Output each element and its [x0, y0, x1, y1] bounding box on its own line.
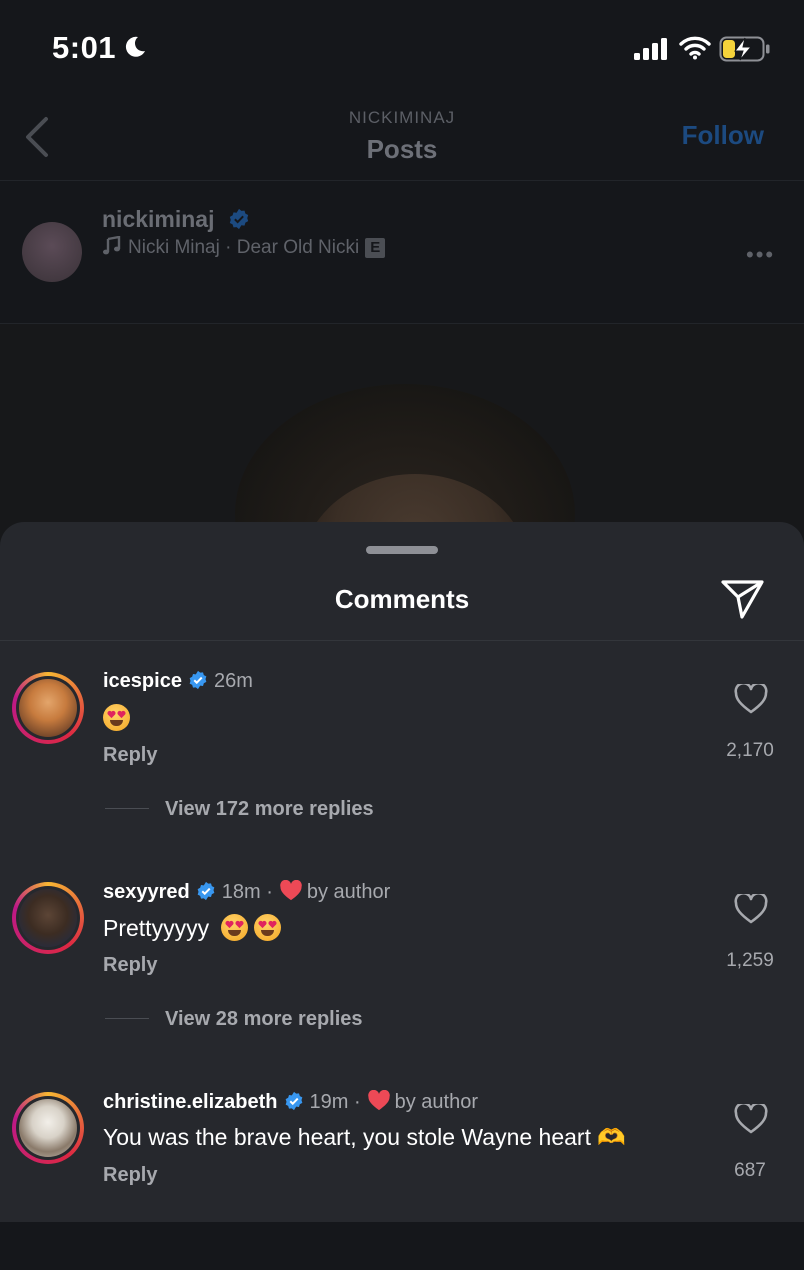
- status-time: 5:01: [52, 30, 117, 65]
- replies-line: [105, 808, 149, 809]
- reply-button[interactable]: Reply: [103, 1164, 157, 1187]
- comment-age: 26m: [213, 670, 253, 692]
- avatar: [19, 679, 77, 737]
- reply-button[interactable]: Reply: [103, 954, 157, 977]
- by-author-label: by author: [394, 1091, 479, 1113]
- music-label: Nicki Minaj · Dear Old Nicki: [128, 237, 360, 258]
- reply-button[interactable]: Reply: [103, 744, 157, 767]
- sheet-title: Comments: [334, 584, 470, 614]
- comment-age: 19m: [309, 1091, 349, 1113]
- heart-eyes-emoji-icon: [254, 914, 282, 941]
- heart-icon[interactable]: [734, 894, 768, 924]
- comment-header: sexyyred 18m · by author: [103, 880, 391, 903]
- like-count: 2,170: [726, 740, 774, 761]
- comment-username[interactable]: christine.elizabeth: [103, 1091, 278, 1113]
- comment-item[interactable]: icespice 26m Reply 2,170 View 172 more re…: [0, 670, 804, 850]
- moon-icon: [125, 36, 145, 57]
- comment-header: icespice 26m: [103, 670, 253, 693]
- comment-item[interactable]: sexyyred 18m · by author Prettyyyyy Reply …: [0, 880, 804, 1060]
- by-author-label: by author: [306, 881, 391, 903]
- heart-icon[interactable]: [734, 684, 768, 714]
- status-bar: 5:01: [0, 0, 804, 100]
- verified-icon: [197, 881, 215, 901]
- replies-line: [105, 1018, 149, 1019]
- heart-eyes-emoji-icon: [221, 914, 249, 941]
- heart-eyes-emoji-icon: [103, 704, 130, 731]
- divider: [0, 640, 804, 641]
- comment-text: [103, 704, 130, 732]
- signal-icon: [634, 38, 667, 60]
- share-icon[interactable]: [720, 577, 766, 621]
- view-replies-button[interactable]: View 172 more replies: [165, 798, 374, 821]
- explicit-badge: E: [365, 238, 386, 258]
- battery-charging-icon: [719, 36, 770, 62]
- verified-icon: [285, 1091, 302, 1111]
- avatar: [19, 889, 77, 947]
- comment-username[interactable]: sexyyred: [103, 881, 190, 903]
- view-replies-button[interactable]: View 28 more replies: [165, 1008, 363, 1031]
- sheet-drag-handle[interactable]: [366, 546, 438, 554]
- liked-by-author-heart-icon: [367, 1090, 390, 1111]
- divider: [0, 180, 804, 181]
- post-photo[interactable]: [0, 324, 804, 554]
- avatar: [19, 1099, 77, 1157]
- more-icon[interactable]: •••: [746, 242, 775, 268]
- like-count: 1,259: [726, 950, 774, 971]
- comment-age: 18m: [221, 881, 261, 903]
- music-note-icon: [103, 235, 121, 255]
- follow-button[interactable]: Follow: [682, 120, 764, 151]
- comment-text: You was the brave heart, you stole Wayne…: [103, 1124, 627, 1150]
- comments-sheet[interactable]: Comments icespice 26m Reply 2,170 View 17…: [0, 522, 804, 1222]
- post-author-username[interactable]: nickiminaj: [102, 206, 214, 233]
- story-ring[interactable]: [12, 882, 84, 954]
- verified-icon: [229, 208, 249, 230]
- like-count: 687: [734, 1160, 766, 1181]
- heart-icon[interactable]: [734, 1104, 768, 1134]
- comment-text: Prettyyyyy: [103, 914, 282, 942]
- post-author-avatar[interactable]: [22, 222, 82, 282]
- liked-by-author-heart-icon: [280, 880, 302, 901]
- comment-header: christine.elizabeth 19m · by author: [103, 1090, 479, 1113]
- comment-username[interactable]: icespice: [103, 670, 182, 692]
- story-ring[interactable]: [12, 1092, 84, 1164]
- comment-item[interactable]: christine.elizabeth 19m · by author You wa…: [0, 1090, 804, 1270]
- story-ring[interactable]: [12, 672, 84, 744]
- post-music-line[interactable]: Nicki Minaj · Dear Old Nicki E: [102, 235, 386, 259]
- comment-text-body: Prettyyyyy: [103, 915, 210, 941]
- wifi-icon: [679, 36, 711, 60]
- verified-icon: [189, 670, 207, 690]
